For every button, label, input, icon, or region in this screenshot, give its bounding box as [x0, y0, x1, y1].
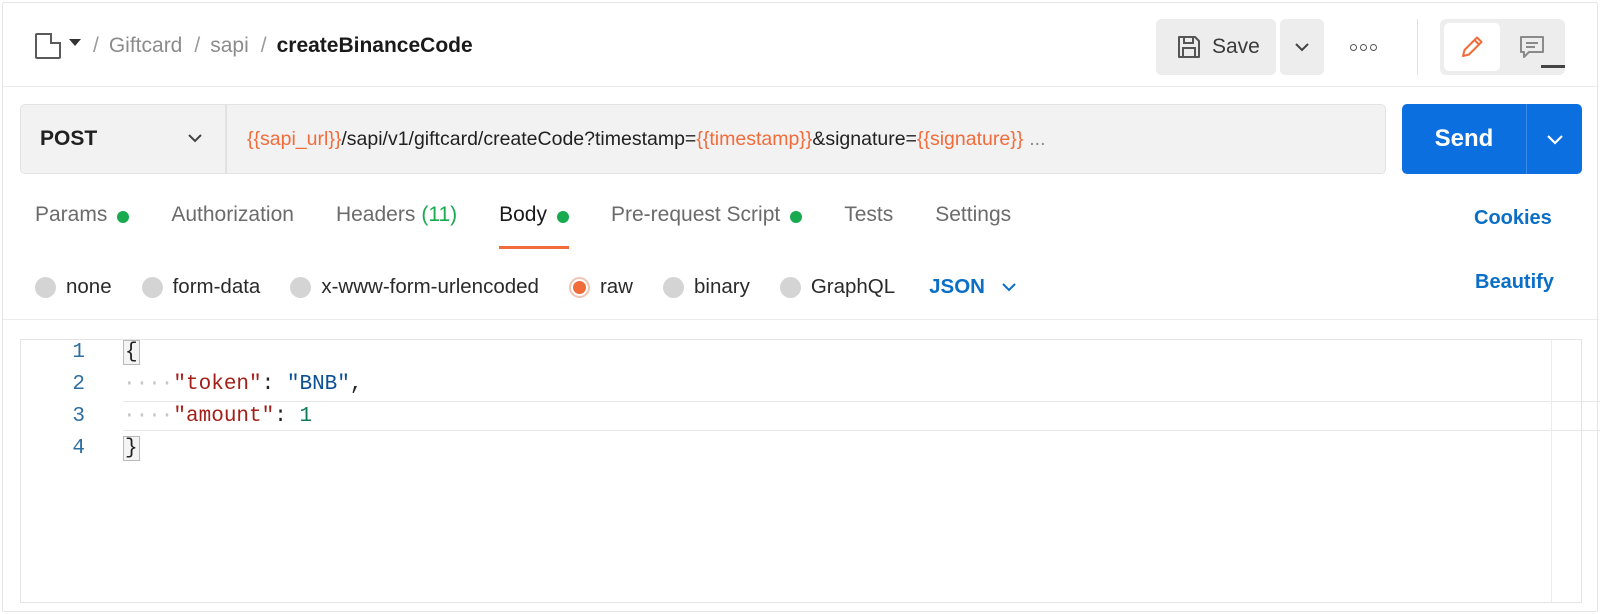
- status-dot: [557, 211, 569, 223]
- url-overflow-ellipsis: ...: [1029, 127, 1046, 150]
- body-type-binary[interactable]: binary: [662, 275, 750, 299]
- radio-label: none: [66, 275, 112, 298]
- tab-label: Tests: [844, 203, 894, 226]
- save-icon: [1178, 36, 1200, 58]
- raw-language-select[interactable]: JSON: [929, 275, 1017, 299]
- tab-headers[interactable]: Headers (11): [336, 203, 457, 249]
- radio-button[interactable]: [290, 276, 312, 298]
- body-type-form-data[interactable]: form-data: [141, 275, 261, 299]
- breadcrumb-separator: /: [260, 34, 267, 57]
- body-type-raw[interactable]: raw: [568, 275, 633, 299]
- url-input[interactable]: {{sapi_url}} /sapi/v1/giftcard/createCod…: [226, 104, 1386, 174]
- tab-params[interactable]: Params: [35, 203, 130, 249]
- whitespace-marker: ····: [123, 372, 174, 396]
- raw-language-value: JSON: [929, 275, 985, 298]
- radio-label: binary: [693, 275, 750, 298]
- status-dot: [790, 211, 803, 223]
- method-value: POST: [40, 127, 98, 150]
- line-number: 3: [72, 404, 85, 428]
- code-line-current: 3 ···· "amount": 1: [21, 400, 1600, 432]
- body-code-editor[interactable]: 1 { 2 ····"token": "BNB", 3 ···· "amount"…: [20, 336, 1600, 603]
- more-icon[interactable]: [1341, 33, 1385, 61]
- breadcrumb-item-collection[interactable]: Giftcard: [109, 34, 183, 58]
- code-line: 1 {: [21, 336, 1551, 368]
- json-string-value: "BNB": [286, 372, 350, 396]
- radio-button-selected[interactable]: [568, 276, 590, 298]
- tab-label: Headers: [335, 203, 416, 226]
- radio-button[interactable]: [779, 276, 801, 298]
- json-key: "token": [173, 372, 262, 396]
- tab-label: Pre-request Script: [611, 203, 781, 226]
- save-options-button[interactable]: [1280, 19, 1324, 75]
- chevron-down-icon: [188, 134, 202, 143]
- breadcrumb-separator: /: [194, 34, 201, 57]
- comment-mode-button[interactable]: [1504, 23, 1560, 71]
- cookies-link[interactable]: Cookies: [1474, 207, 1552, 230]
- tab-settings[interactable]: Settings: [935, 203, 1011, 249]
- collection-icon[interactable]: [35, 33, 61, 59]
- line-number: 4: [72, 436, 85, 460]
- breadcrumb-separator: /: [93, 34, 99, 57]
- section-divider: [3, 319, 1599, 320]
- edit-pencil-icon: [1462, 36, 1483, 57]
- line-number: 1: [72, 340, 85, 364]
- method-select[interactable]: POST: [20, 104, 226, 174]
- request-tabs: Params Authorization Headers (11) Body P…: [35, 203, 1053, 249]
- headers-count-badge: (11): [421, 203, 458, 226]
- save-button[interactable]: Save: [1156, 19, 1276, 75]
- json-number-value: 1: [299, 404, 313, 428]
- tab-body[interactable]: Body: [499, 203, 569, 249]
- tab-label: Body: [499, 203, 547, 226]
- body-type-graphql[interactable]: GraphQL: [779, 275, 896, 299]
- caret-down-icon[interactable]: [69, 38, 81, 46]
- tab-pre-request-script[interactable]: Pre-request Script: [611, 203, 803, 249]
- edit-mode-button[interactable]: [1444, 23, 1500, 71]
- radio-label: raw: [599, 275, 633, 298]
- radio-label: x-www-form-urlencoded: [321, 275, 539, 298]
- breadcrumb: / Giftcard / sapi / createBinanceCode: [35, 29, 473, 63]
- tab-label: Authorization: [171, 203, 294, 226]
- save-label: Save: [1212, 35, 1260, 58]
- bracket-match: }: [123, 435, 140, 461]
- body-type-none[interactable]: none: [35, 275, 112, 299]
- url-text: /sapi/v1/giftcard/createCode?timestamp=: [341, 127, 697, 150]
- request-name[interactable]: createBinanceCode: [277, 34, 473, 58]
- toolbar-divider: [1417, 19, 1418, 75]
- chevron-down-icon: [1295, 43, 1309, 52]
- chevron-down-icon: [1002, 283, 1016, 292]
- tab-label: Params: [35, 203, 108, 226]
- send-button[interactable]: Send: [1402, 104, 1526, 174]
- body-type-urlencoded[interactable]: x-www-form-urlencoded: [290, 275, 539, 299]
- beautify-link[interactable]: Beautify: [1475, 271, 1554, 294]
- radio-label: GraphQL: [810, 275, 896, 298]
- line-number: 2: [72, 372, 85, 396]
- radio-button[interactable]: [35, 276, 56, 298]
- radio-label: form-data: [172, 275, 261, 298]
- editor-scrollbar[interactable]: [1551, 340, 1581, 602]
- request-header: / Giftcard / sapi / createBinanceCode Sa…: [3, 3, 1599, 87]
- send-label: Send: [1434, 125, 1494, 152]
- radio-button[interactable]: [141, 276, 163, 298]
- body-type-selector: none form-data x-www-form-urlencoded raw…: [35, 269, 1017, 305]
- url-text: &signature=: [812, 127, 917, 150]
- scrollbar-cursor-marker: [1541, 65, 1565, 68]
- comment-icon: [1520, 36, 1544, 58]
- url-variable[interactable]: {{signature}}: [917, 128, 1023, 151]
- url-variable[interactable]: {{sapi_url}}: [247, 128, 341, 151]
- breadcrumb-item-folder[interactable]: sapi: [210, 34, 249, 58]
- chevron-down-icon: [1546, 134, 1563, 145]
- bracket-match: {: [123, 339, 140, 365]
- status-dot: [117, 211, 130, 223]
- request-panel: / Giftcard / sapi / createBinanceCode Sa…: [2, 2, 1600, 612]
- tab-tests[interactable]: Tests: [844, 203, 893, 249]
- tab-authorization[interactable]: Authorization: [171, 203, 294, 249]
- json-key: "amount": [173, 404, 275, 428]
- tab-label: Settings: [935, 203, 1012, 226]
- code-line: 4 }: [21, 432, 1551, 464]
- whitespace-marker: ····: [123, 404, 174, 428]
- send-options-button[interactable]: [1526, 104, 1582, 174]
- code-line: 2 ····"token": "BNB",: [21, 368, 1551, 400]
- radio-button[interactable]: [662, 276, 684, 298]
- url-variable[interactable]: {{timestamp}}: [696, 128, 812, 151]
